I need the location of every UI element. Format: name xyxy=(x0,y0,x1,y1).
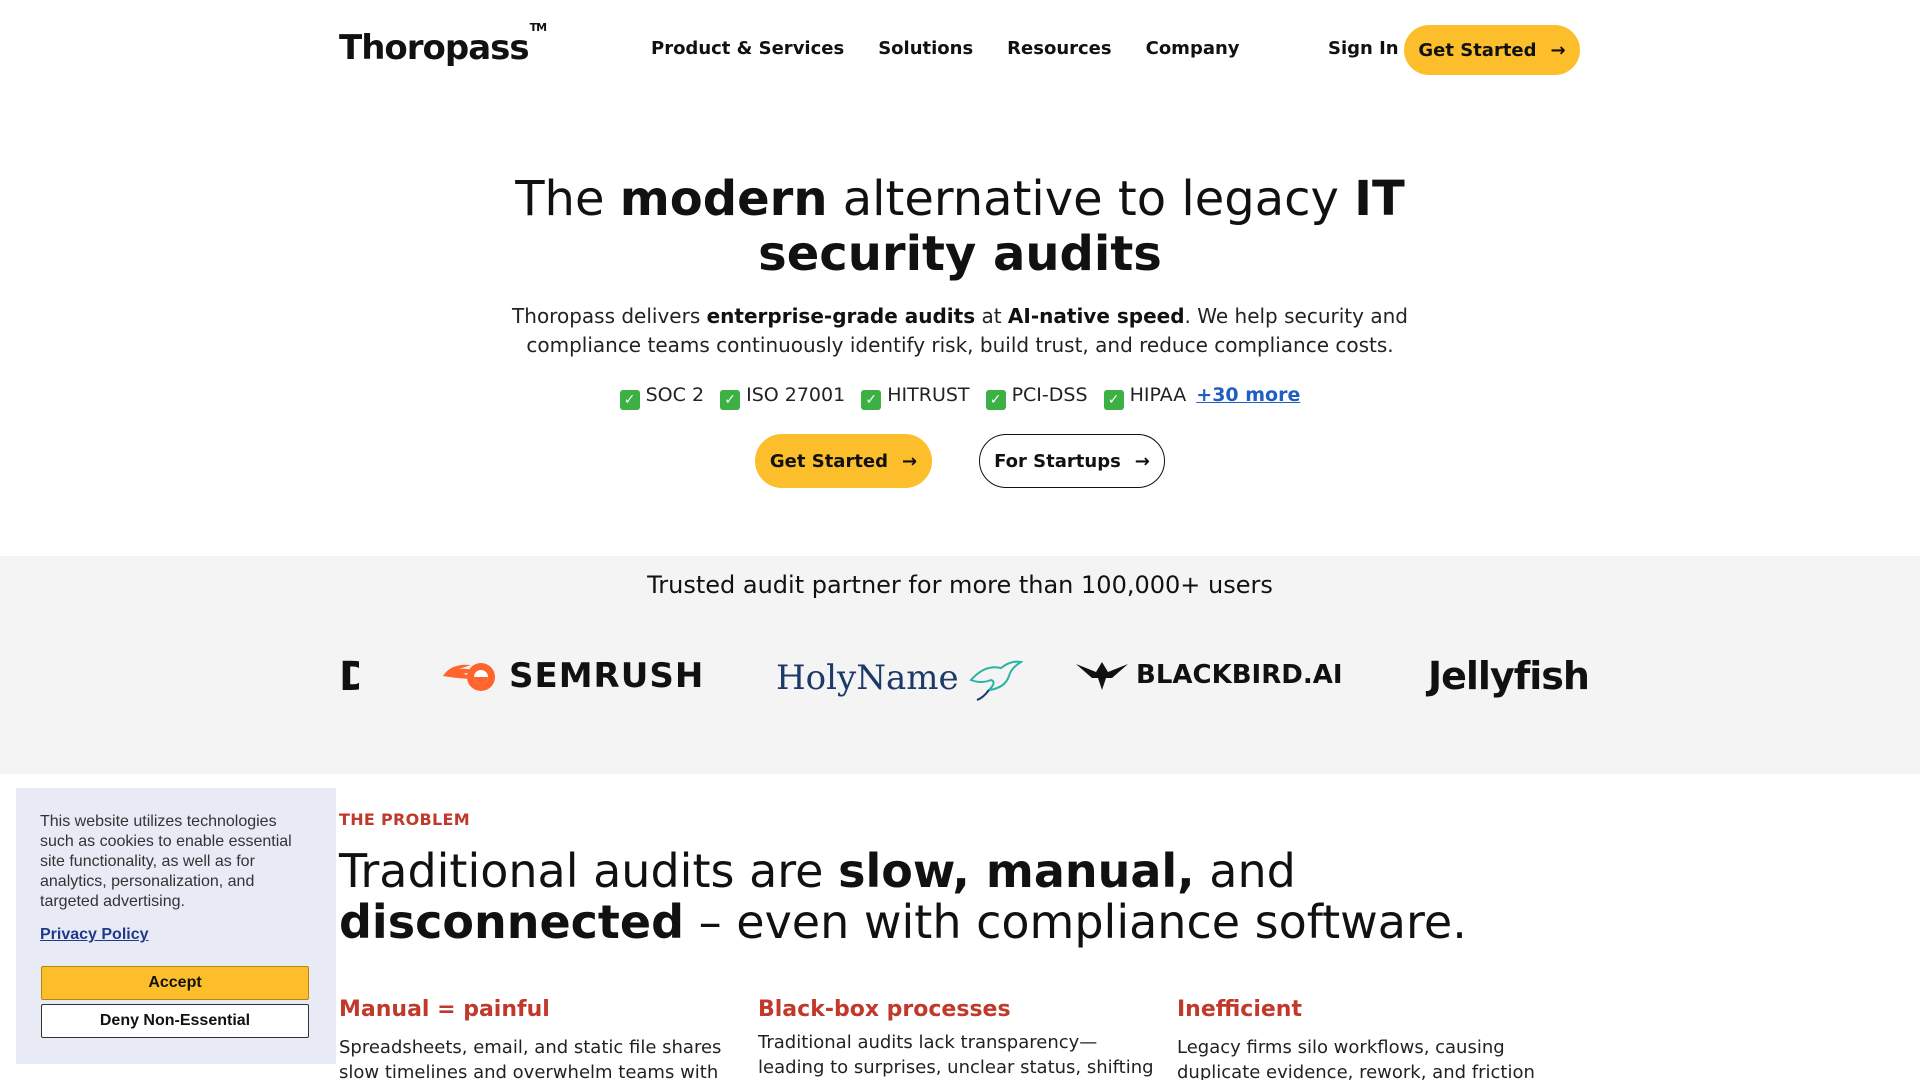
sign-in-link[interactable]: Sign In xyxy=(1328,38,1399,59)
cookie-consent-banner: This website utilizes technologies such … xyxy=(16,788,336,1064)
hero-sub-bold: AI-native speed xyxy=(1007,304,1185,328)
site-header: ThoropassTM Product & Services Solutions… xyxy=(0,0,1920,100)
problem-eyebrow: THE PROBLEM xyxy=(339,810,470,829)
arrow-right-icon: → xyxy=(1550,39,1566,61)
hero-subtitle: Thoropass delivers enterprise-grade audi… xyxy=(510,302,1410,360)
arrow-right-icon: → xyxy=(902,450,918,472)
nav-item-resources[interactable]: Resources xyxy=(1007,38,1111,59)
for-startups-label: For Startups xyxy=(994,450,1121,472)
privacy-policy-link[interactable]: Privacy Policy xyxy=(40,926,149,944)
framework-list: ✓ SOC 2 ✓ ISO 27001 ✓ HITRUST ✓ PCI-DSS ✓ HIP… xyxy=(560,384,1360,410)
main-nav: Product & Services Solutions Resources C… xyxy=(651,38,1240,59)
hero-title-part: alternative to legacy xyxy=(827,171,1355,227)
deny-non-essential-button[interactable]: Deny Non-Essential xyxy=(41,1004,309,1038)
semrush-flame-icon xyxy=(443,663,495,691)
problem-title-part: – even with compliance software. xyxy=(684,895,1467,949)
problem-column-manual: Manual = painful Spreadsheets, email, an… xyxy=(339,997,739,1080)
framework-item: ✓ HIPAA xyxy=(1103,384,1187,410)
hero-sub-part: Thoropass delivers xyxy=(512,304,707,328)
logo-text: Thoropass xyxy=(339,28,530,68)
blackbird-logo: BLACKBIRD.AI xyxy=(1076,660,1343,690)
hero-title: The modern alternative to legacy IT secu… xyxy=(460,172,1460,282)
problem-title-bold: slow, manual, xyxy=(838,844,1195,898)
problem-title-part: and xyxy=(1194,844,1296,898)
partial-customer-logo: D xyxy=(339,654,359,700)
trademark-mark: TM xyxy=(529,20,547,34)
header-get-started-label: Get Started xyxy=(1418,39,1537,61)
semrush-wordmark: SEMRUSH xyxy=(509,656,705,696)
trusted-title: Trusted audit partner for more than 100,… xyxy=(647,571,1273,599)
hero-sub-bold: enterprise-grade audits xyxy=(706,304,976,328)
check-icon: ✓ xyxy=(619,390,640,410)
framework-item: ✓ ISO 27001 xyxy=(720,384,846,410)
hero-title-part: The xyxy=(515,171,620,227)
holyname-wordmark: HolyName xyxy=(776,658,959,698)
framework-label: HIPAA xyxy=(1129,384,1187,406)
hero-get-started-button[interactable]: Get Started → xyxy=(755,434,932,488)
framework-label: SOC 2 xyxy=(645,384,705,406)
check-icon: ✓ xyxy=(985,390,1006,410)
hero-title-bold: modern xyxy=(619,171,828,227)
more-frameworks-link[interactable]: +30 more xyxy=(1196,384,1300,406)
accept-cookies-button[interactable]: Accept xyxy=(41,966,309,1000)
problem-column-black-box: Black-box processes Traditional audits l… xyxy=(758,997,1158,1080)
problem-column-text: Spreadsheets, email, and static file sha… xyxy=(339,1037,722,1080)
hero-sub-part: at xyxy=(975,304,1008,328)
problem-title-bold: disconnected xyxy=(339,895,685,949)
check-icon: ✓ xyxy=(1103,390,1124,410)
problem-column-heading: Black-box processes xyxy=(758,997,1011,1022)
dove-icon xyxy=(968,660,1023,701)
nav-item-solutions[interactable]: Solutions xyxy=(878,38,973,59)
nav-item-company[interactable]: Company xyxy=(1146,38,1240,59)
framework-label: PCI-DSS xyxy=(1011,384,1088,406)
thoropass-logo[interactable]: ThoropassTM xyxy=(339,21,547,68)
arrow-right-icon: → xyxy=(1134,450,1150,472)
framework-item: ✓ HITRUST xyxy=(861,384,970,410)
semrush-logo: SEMRUSH xyxy=(441,656,704,696)
framework-item: ✓ SOC 2 xyxy=(619,384,705,410)
hero-get-started-label: Get Started xyxy=(769,450,889,472)
framework-item: ✓ PCI-DSS xyxy=(985,384,1088,410)
problem-title: Traditional audits are slow, manual, and… xyxy=(339,846,1539,948)
blackbird-wordmark: BLACKBIRD.AI xyxy=(1136,660,1343,690)
jellyfish-logo: Jellyfish xyxy=(1428,654,1590,698)
framework-label: HITRUST xyxy=(887,384,970,406)
problem-title-part: Traditional audits are xyxy=(339,844,839,898)
nav-item-product-services[interactable]: Product & Services xyxy=(651,38,844,59)
problem-column-text: Traditional audits lack transparency—lea… xyxy=(758,1032,1154,1078)
check-icon: ✓ xyxy=(720,390,741,410)
check-icon: ✓ xyxy=(861,390,882,410)
framework-label: ISO 27001 xyxy=(746,384,846,406)
problem-column-heading: Manual = painful xyxy=(339,997,550,1022)
cookie-message: This website utilizes technologies such … xyxy=(40,813,292,910)
problem-column-inefficient: Inefficient Legacy firms silo workflows,… xyxy=(1177,997,1577,1080)
holyname-logo: HolyName xyxy=(776,654,1023,702)
bird-icon xyxy=(1076,662,1128,690)
jellyfish-wordmark: Jellyfish xyxy=(1428,654,1590,698)
for-startups-button[interactable]: For Startups → xyxy=(979,434,1165,488)
problem-column-heading: Inefficient xyxy=(1177,997,1302,1022)
header-get-started-button[interactable]: Get Started → xyxy=(1404,25,1580,75)
problem-column-text: Legacy firms silo workflows, causing dup… xyxy=(1177,1037,1535,1080)
